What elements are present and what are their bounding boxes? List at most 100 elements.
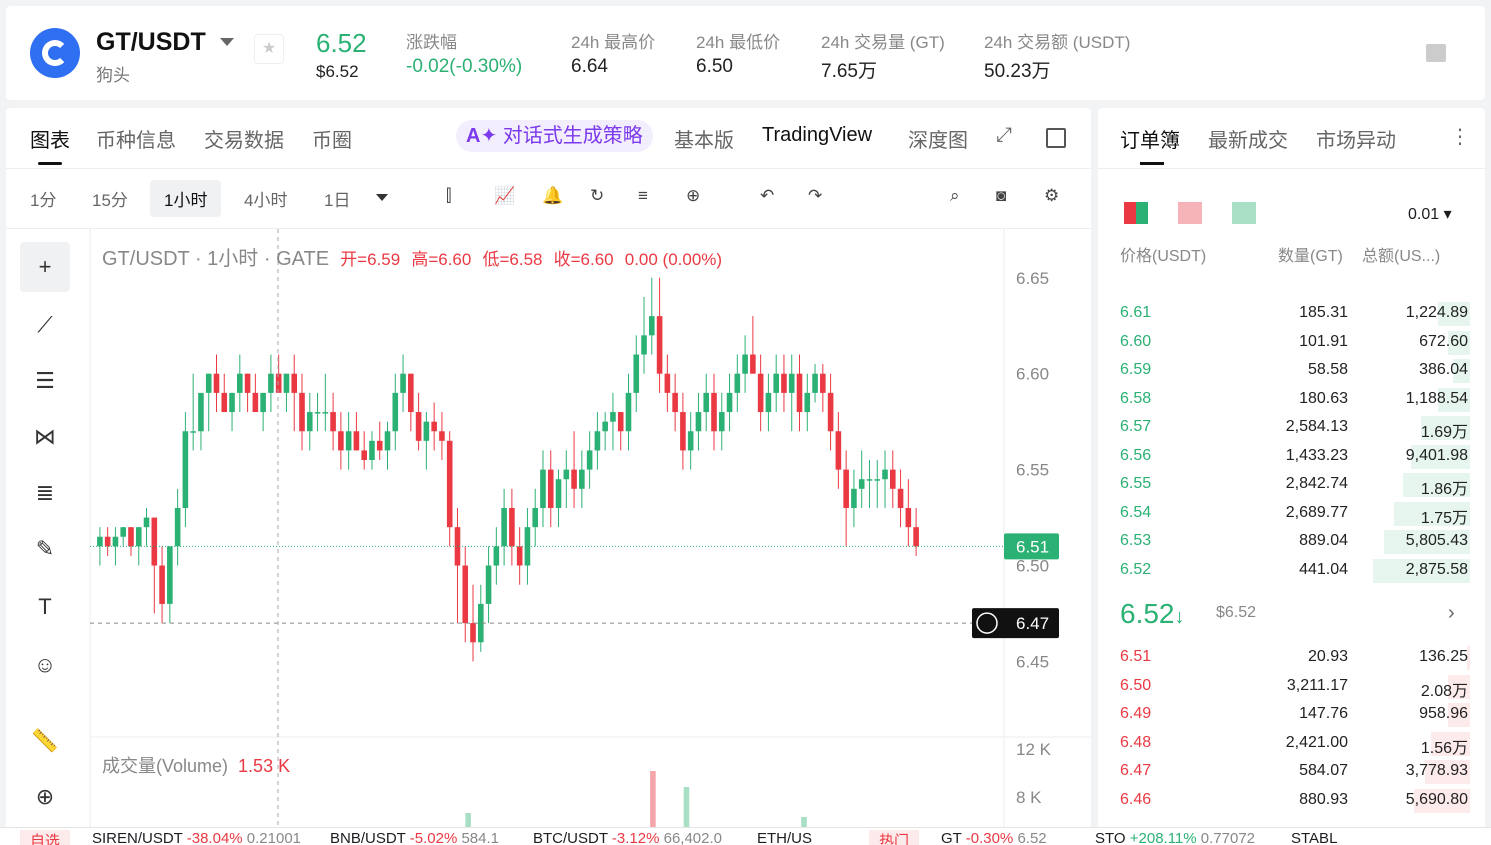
candle-body: [711, 392, 717, 432]
ask-row[interactable]: 6.57 2,584.13 1.69万: [1120, 414, 1470, 442]
view-basic[interactable]: 基本版: [674, 124, 734, 153]
bid-row[interactable]: 6.47 584.07 3,778.93: [1120, 758, 1470, 786]
settings-gear-icon[interactable]: ⚙: [1044, 186, 1059, 206]
candle-body: [649, 316, 655, 336]
ticker-item[interactable]: GT -0.30% 6.52: [941, 830, 1047, 845]
ask-row[interactable]: 6.52 441.04 2,875.58: [1120, 557, 1470, 585]
ask-row[interactable]: 6.58 180.63 1,188.54: [1120, 386, 1470, 414]
interval-dropdown-icon[interactable]: [376, 194, 388, 201]
row-amount: 2,584.13: [1285, 418, 1348, 435]
candle-body: [283, 373, 290, 393]
tab-latest-trades[interactable]: 最新成交: [1208, 124, 1288, 153]
more-icon[interactable]: ⋮: [1450, 124, 1470, 149]
favorite-star-icon[interactable]: ★: [254, 34, 284, 64]
ticker-item[interactable]: BTC/USDT -3.12% 66,402.0: [533, 830, 722, 845]
alert-icon[interactable]: 🔔: [542, 186, 563, 206]
layout-asks-icon[interactable]: [1178, 202, 1202, 224]
header-amount: 数量(GT): [1278, 248, 1343, 265]
candle-body: [198, 392, 204, 432]
volume-axis-label: 8 K: [1016, 788, 1042, 807]
tab-community[interactable]: 币圈: [312, 124, 352, 153]
view-tradingview[interactable]: TradingView: [762, 124, 872, 147]
expand-icon[interactable]: ⤢: [996, 124, 1012, 147]
tab-coin-info[interactable]: 币种信息: [96, 124, 176, 153]
row-price: 6.61: [1120, 304, 1152, 321]
replay-icon[interactable]: ↻: [590, 186, 604, 206]
pair-dropdown-icon[interactable]: [220, 38, 234, 46]
interval-1d[interactable]: 1日: [324, 186, 350, 211]
ticker-tag[interactable]: 自选: [20, 830, 71, 845]
row-amount: 889.04: [1299, 532, 1348, 549]
stat-low-value: 6.50: [696, 56, 733, 77]
bid-row[interactable]: 6.46 880.93 5,690.80: [1120, 787, 1470, 815]
ask-row[interactable]: 6.54 2,689.77 1.75万: [1120, 500, 1470, 528]
add-icon[interactable]: ⊕: [686, 186, 700, 206]
window-icon[interactable]: [1046, 128, 1066, 148]
row-total: 1,188.54: [1405, 389, 1468, 407]
bid-row[interactable]: 6.50 3,211.17 2.08万: [1120, 673, 1470, 701]
tab-chart[interactable]: 图表: [30, 124, 70, 153]
bid-row[interactable]: 6.48 2,421.00 1.56万: [1120, 730, 1470, 758]
camera-icon[interactable]: ◙: [996, 186, 1006, 206]
bid-row[interactable]: 6.51 20.93 136.25: [1120, 644, 1470, 672]
chevron-right-icon[interactable]: ›: [1448, 602, 1455, 625]
ticker-item[interactable]: ETH/US: [757, 830, 812, 845]
ask-row[interactable]: 6.56 1,433.23 9,401.98: [1120, 443, 1470, 471]
volume-value: 1.53 K: [238, 756, 291, 776]
chart-legend: GT/USDT · 1小时 · GATE 开=6.59 高=6.60 低=6.5…: [102, 242, 722, 271]
undo-icon[interactable]: ↶: [760, 186, 774, 206]
tab-orderbook[interactable]: 订单簿: [1120, 124, 1180, 153]
view-depth[interactable]: 深度图: [908, 124, 968, 153]
last-price: 6.52: [316, 28, 367, 58]
candle-body: [299, 392, 305, 432]
tab-market-moves[interactable]: 市场异动: [1316, 124, 1396, 153]
candle-body: [726, 392, 733, 413]
tab-trade-data[interactable]: 交易数据: [204, 124, 284, 153]
book-icon[interactable]: [1426, 44, 1446, 62]
candle-body: [345, 431, 352, 451]
row-price: 6.47: [1120, 762, 1152, 779]
ask-row[interactable]: 6.61 185.31 1,224.89: [1120, 300, 1470, 328]
interval-1m[interactable]: 1分: [30, 186, 56, 211]
candle-body: [656, 316, 663, 374]
row-total: 9,401.98: [1405, 446, 1468, 464]
ask-row[interactable]: 6.53 889.04 5,805.43: [1120, 528, 1470, 556]
candle-body: [446, 440, 453, 528]
interval-15m[interactable]: 15分: [92, 186, 128, 211]
candle-body: [400, 373, 406, 393]
ask-row[interactable]: 6.59 58.58 386.04: [1120, 357, 1470, 385]
ticker-price: 0.77072: [1200, 830, 1256, 845]
redo-icon[interactable]: ↷: [808, 186, 822, 206]
indicators-icon[interactable]: 📈: [494, 186, 515, 206]
ai-strategy-tab[interactable]: A✦ 对话式生成策略: [456, 120, 653, 152]
candle-body: [882, 469, 888, 480]
ask-row[interactable]: 6.60 101.91 672.60: [1120, 329, 1470, 357]
candle-body: [851, 488, 857, 508]
candle-body: [827, 392, 834, 432]
ticker-tag[interactable]: 热门: [869, 830, 920, 845]
interval-4h[interactable]: 4小时: [244, 186, 287, 211]
layout-both-icon[interactable]: [1124, 202, 1148, 224]
candle-body: [695, 412, 702, 432]
candle-body: [120, 527, 127, 537]
template-icon[interactable]: ≡: [638, 186, 648, 206]
candle-body: [205, 373, 212, 393]
search-icon[interactable]: ⌕: [950, 186, 960, 206]
ticker-item[interactable]: STO +208.11% 0.77072: [1095, 830, 1255, 845]
ticker-item[interactable]: BNB/USDT -5.02% 584.1: [330, 830, 499, 845]
row-price: 6.53: [1120, 532, 1152, 549]
ask-row[interactable]: 6.55 2,842.74 1.86万: [1120, 471, 1470, 499]
row-amount: 584.07: [1299, 762, 1348, 779]
interval-1h[interactable]: 1小时: [150, 180, 222, 217]
pair-name[interactable]: GT/USDT: [96, 28, 206, 57]
ticker-item[interactable]: STABL: [1291, 830, 1337, 845]
ticker-item[interactable]: SIREN/USDT -38.04% 0.21001: [92, 830, 301, 845]
candle-body: [392, 392, 399, 432]
layout-bids-icon[interactable]: [1232, 202, 1256, 224]
bid-row[interactable]: 6.49 147.76 958.96: [1120, 701, 1470, 729]
legend-change: 0.00 (0.00%): [624, 250, 723, 269]
ticker-price: 6.52: [1017, 830, 1047, 845]
candle-type-icon[interactable]: ⫿: [446, 186, 451, 206]
precision-select[interactable]: 0.01 ▾: [1408, 204, 1452, 224]
coin-name: 狗头: [96, 66, 130, 85]
